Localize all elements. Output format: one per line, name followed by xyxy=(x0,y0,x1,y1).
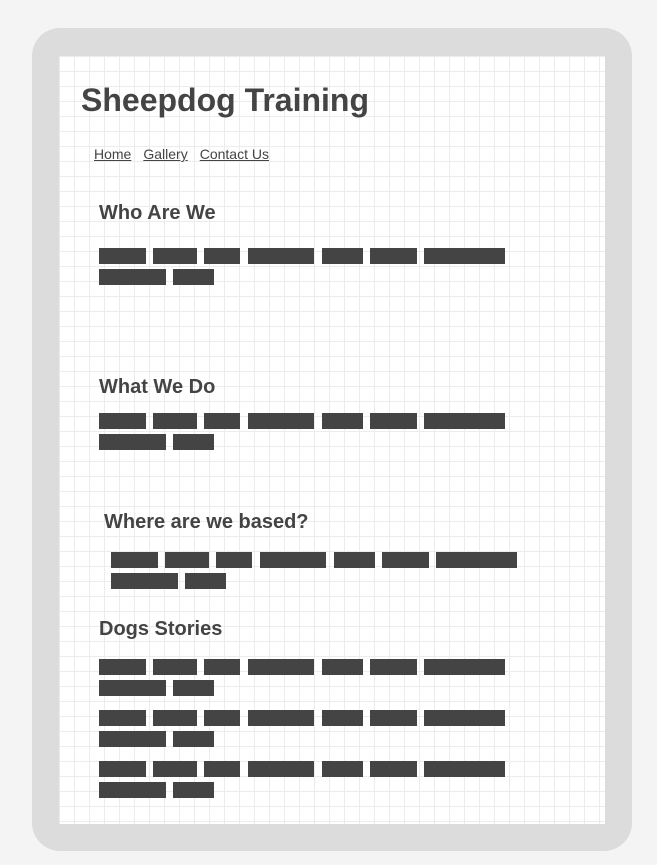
placeholder-text-bar xyxy=(99,731,166,747)
placeholder-text-bar xyxy=(322,413,363,429)
nav-gallery-link[interactable]: Gallery xyxy=(143,146,187,162)
placeholder-text-bar xyxy=(173,269,214,285)
placeholder-text-bar xyxy=(248,248,314,264)
placeholder-text-bar xyxy=(153,248,197,264)
placeholder-text-bar xyxy=(424,659,505,675)
placeholder-text-bar xyxy=(382,552,429,568)
placeholder-text-bar xyxy=(322,761,363,777)
placeholder-text-bar xyxy=(424,413,505,429)
nav-contact-us-link[interactable]: Contact Us xyxy=(200,146,269,162)
placeholder-text-bar xyxy=(185,573,226,589)
placeholder-text-bar xyxy=(99,761,146,777)
site-title: Sheepdog Training xyxy=(81,82,370,118)
placeholder-text-bar xyxy=(99,434,166,450)
placeholder-text-bar xyxy=(99,659,146,675)
placeholder-text-bar xyxy=(111,552,158,568)
placeholder-text-bar xyxy=(370,413,417,429)
placeholder-text-bar xyxy=(99,782,166,798)
placeholder-text-bar xyxy=(322,248,363,264)
placeholder-text-bar xyxy=(370,248,417,264)
placeholder-text-bar xyxy=(436,552,517,568)
placeholder-text-bar xyxy=(260,552,326,568)
placeholder-text-bar xyxy=(99,248,146,264)
placeholder-text-bar xyxy=(424,248,505,264)
placeholder-text-bar xyxy=(173,680,214,696)
placeholder-text-bar xyxy=(153,413,197,429)
section-title-who-are-we: Who Are We xyxy=(99,202,216,224)
placeholder-text-bar xyxy=(248,659,314,675)
placeholder-text-bar xyxy=(370,659,417,675)
section-title-where-are-we-based: Where are we based? xyxy=(104,511,309,533)
device-frame: Sheepdog Training Home Gallery Contact Us … xyxy=(32,28,632,851)
placeholder-text-bar xyxy=(204,248,240,264)
placeholder-text-bar xyxy=(153,710,197,726)
page-canvas: Sheepdog Training Home Gallery Contact Us … xyxy=(59,56,605,824)
placeholder-text-bar xyxy=(248,761,314,777)
nav-home-link[interactable]: Home xyxy=(94,146,131,162)
placeholder-text-bar xyxy=(248,710,314,726)
placeholder-text-bar xyxy=(99,269,166,285)
placeholder-text-bar xyxy=(424,761,505,777)
placeholder-text-bar xyxy=(99,680,166,696)
placeholder-text-bar xyxy=(99,413,146,429)
placeholder-text-bar xyxy=(322,659,363,675)
placeholder-text-bar xyxy=(173,731,214,747)
main-nav: Home Gallery Contact Us xyxy=(94,146,281,162)
placeholder-text-bar xyxy=(204,710,240,726)
section-title-what-we-do: What We Do xyxy=(99,376,216,398)
placeholder-text-bar xyxy=(153,761,197,777)
placeholder-text-bar xyxy=(322,710,363,726)
section-title-dogs-stories: Dogs Stories xyxy=(99,618,223,640)
placeholder-text-bar xyxy=(216,552,252,568)
placeholder-text-bar xyxy=(248,413,314,429)
placeholder-text-bar xyxy=(370,710,417,726)
placeholder-text-bar xyxy=(173,434,214,450)
placeholder-text-bar xyxy=(204,761,240,777)
placeholder-text-bar xyxy=(204,659,240,675)
placeholder-text-bar xyxy=(334,552,375,568)
placeholder-text-bar xyxy=(204,413,240,429)
placeholder-text-bar xyxy=(99,710,146,726)
placeholder-text-bar xyxy=(370,761,417,777)
placeholder-text-bar xyxy=(173,782,214,798)
placeholder-text-bar xyxy=(111,573,178,589)
placeholder-text-bar xyxy=(424,710,505,726)
placeholder-text-bar xyxy=(165,552,209,568)
placeholder-text-bar xyxy=(153,659,197,675)
